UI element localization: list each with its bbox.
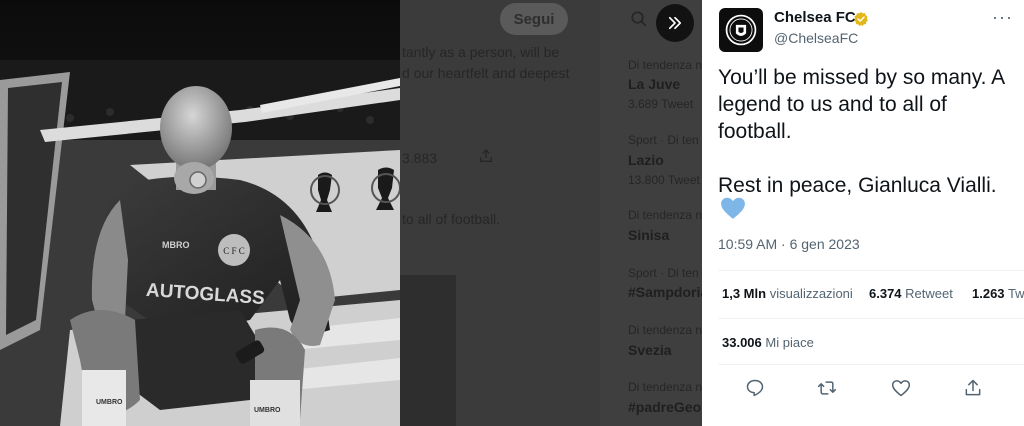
retweets-label: Retweet [905, 286, 953, 301]
tweet-photo[interactable]: C F C AUTOGLASS MBRO UMBRO UMBRO [0, 0, 400, 426]
photo-kit-brand-sock: UMBRO [96, 399, 123, 406]
trend-name: #Sampdoria [628, 284, 702, 300]
trend-count: 3.689 Tweet [628, 97, 694, 111]
photo-crest-text: C F C [223, 246, 245, 256]
divider [718, 318, 1024, 319]
retweets-count: 6.374 [869, 286, 902, 301]
likes-count: 33.006 [722, 335, 762, 350]
trend-meta: Di tendenza n [628, 380, 702, 394]
background-search-icon [631, 11, 647, 27]
retweet-icon [817, 381, 837, 395]
divider [718, 364, 1024, 365]
quotes-count: 1.263 [972, 286, 1005, 301]
background-text-line: d our heartfelt and deepest [402, 65, 570, 81]
chevron-double-right-icon [668, 16, 682, 30]
trend-meta: Di tendenza n [628, 323, 702, 337]
expand-panel-button[interactable] [656, 4, 694, 42]
like-button[interactable] [886, 373, 916, 403]
trend-meta: Di tendenza n [628, 58, 702, 72]
reply-icon [746, 379, 764, 397]
trend-name: #padreGeo [628, 399, 702, 415]
trend-count: 13.800 Tweet [628, 173, 700, 187]
photo-kit-brand-sock: UMBRO [254, 407, 281, 414]
trend-name: Svezia [628, 342, 672, 358]
like-icon [891, 380, 911, 397]
background-share-icon [480, 149, 492, 162]
trend-meta: Di tendenza n [628, 208, 702, 222]
tweet-timestamp[interactable]: 10:59 AM · 6 gen 2023 [718, 236, 860, 252]
share-icon [965, 379, 981, 396]
verified-badge-icon [854, 12, 868, 27]
reply-button[interactable] [740, 373, 770, 403]
background-stat-count: 3.883 [402, 150, 438, 166]
tweet-actions-bar [702, 373, 1024, 403]
photo-vialli-trophy: C F C AUTOGLASS MBRO UMBRO UMBRO [0, 0, 400, 426]
share-button[interactable] [958, 373, 988, 403]
blue-heart-icon [721, 197, 745, 219]
quotes-stat[interactable]: 1.263 Tw [972, 286, 1024, 301]
trend-meta: Sport · Di ten [628, 133, 699, 147]
likes-label: Mi piace [765, 335, 814, 350]
quotes-label: Tw [1007, 286, 1024, 301]
author-avatar[interactable] [719, 8, 763, 52]
retweets-stat[interactable]: 6.374 Retweet [869, 286, 953, 301]
trend-name: Lazio [628, 152, 664, 168]
author-handle[interactable]: @ChelseaFC [774, 30, 858, 46]
photo-kit-brand-short: MBRO [162, 240, 190, 250]
likes-stat[interactable]: 33.006 Mi piace [722, 335, 814, 350]
background-text-line: to all of football. [402, 211, 501, 227]
author-name[interactable]: Chelsea FC [774, 9, 856, 26]
trend-meta: Sport · Di ten [628, 266, 699, 280]
trend-name: Sinisa [628, 227, 670, 243]
views-stat[interactable]: 1,3 Mln visualizzazioni [722, 286, 853, 301]
retweet-button[interactable] [812, 373, 842, 403]
views-count: 1,3 Mln [722, 286, 767, 301]
views-label: visualizzazioni [769, 286, 853, 301]
background-text-line: tantly as a person, will be [402, 44, 560, 60]
trend-name: La Juve [628, 76, 681, 92]
tweet-panel: Chelsea FC @ChelseaFC ··· You’ll be miss… [702, 0, 1024, 426]
divider [718, 270, 1024, 271]
tweet-text: You’ll be missed by so many. A legend to… [718, 66, 1004, 197]
more-options-icon[interactable]: ··· [992, 7, 1013, 28]
chelsea-crest-icon [725, 14, 757, 46]
background-follow-button: Segui [500, 3, 568, 35]
